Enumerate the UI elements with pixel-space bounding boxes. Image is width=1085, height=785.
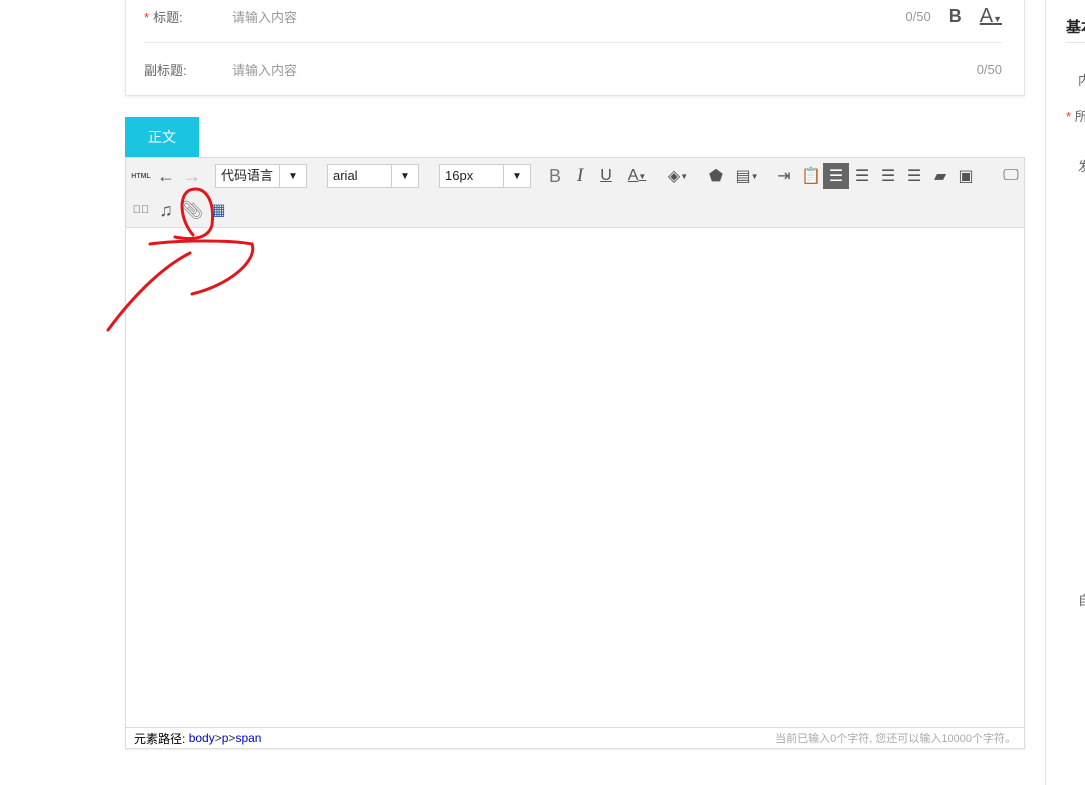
- panel-heading: 基本: [1066, 19, 1085, 36]
- red-annotation: [106, 187, 255, 332]
- right-panel: 基本 内 * 所 发 自: [1045, 0, 1085, 785]
- panel-divider: [1066, 42, 1085, 43]
